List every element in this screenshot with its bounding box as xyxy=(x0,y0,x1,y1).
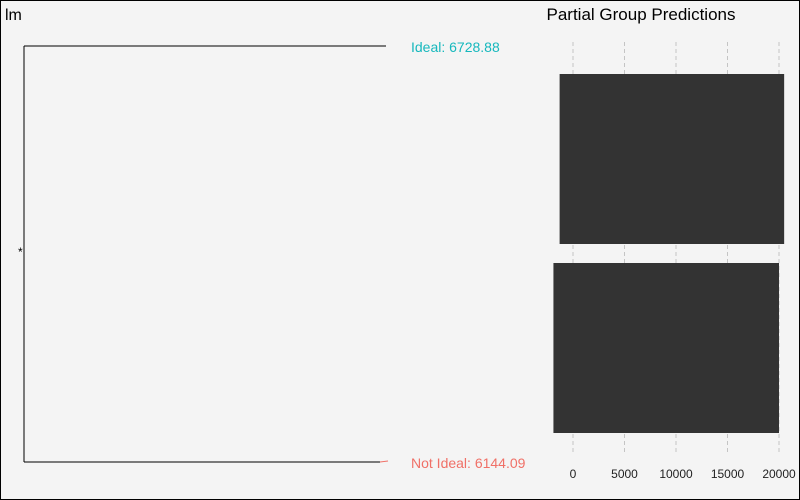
x-tick-label: 0 xyxy=(570,467,577,481)
x-tick-label: 10000 xyxy=(659,467,693,481)
bracket-bottom-cap xyxy=(379,460,389,463)
chart-canvas: lm * Ideal: 6728.88 Not Ideal: 6144.09 P… xyxy=(5,5,796,481)
model-label: lm xyxy=(5,7,22,24)
significance-mark: * xyxy=(18,245,23,259)
comparison-bracket: Ideal: 6728.88 Not Ideal: 6144.09 xyxy=(23,39,526,471)
bars xyxy=(553,74,785,433)
bar-ideal xyxy=(559,74,785,244)
group-label-ideal: Ideal: 6728.88 xyxy=(411,39,500,55)
panel-title: Partial Group Predictions xyxy=(547,5,736,24)
x-tick-label: 15000 xyxy=(711,467,745,481)
bar-not-ideal xyxy=(553,263,779,433)
x-axis-ticks: 0 5000 10000 15000 20000 xyxy=(570,467,796,481)
x-tick-label: 5000 xyxy=(611,467,638,481)
group-label-not-ideal: Not Ideal: 6144.09 xyxy=(411,455,526,471)
x-tick-label: 20000 xyxy=(762,467,796,481)
